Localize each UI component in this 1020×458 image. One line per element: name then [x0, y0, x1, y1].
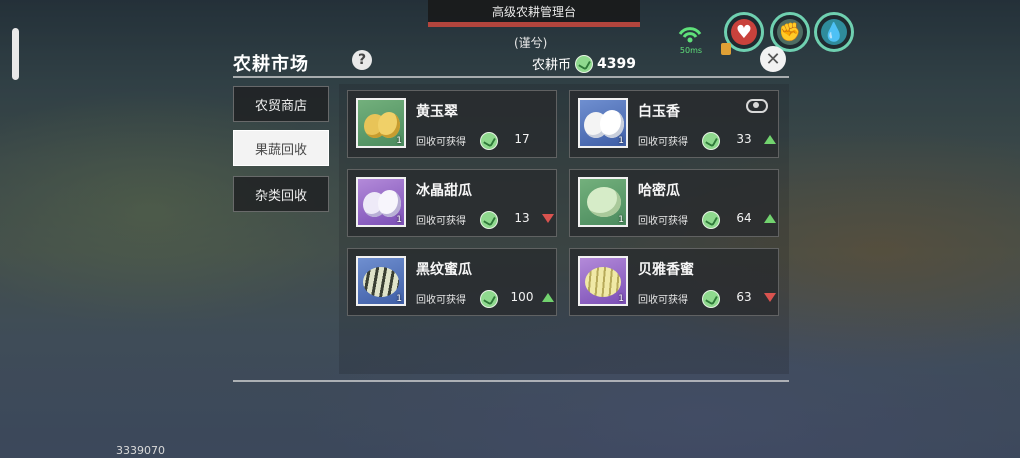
- item-count: 1: [396, 215, 402, 225]
- item-count: 1: [396, 136, 402, 146]
- melon-icon: 1: [578, 98, 628, 148]
- item-card-huangyucui[interactable]: 1 黄玉翠 回收可获得 17: [347, 90, 557, 158]
- item-card-bingjingtiangua[interactable]: 1 冰晶甜瓜 回收可获得 13: [347, 169, 557, 237]
- price-down-icon: [542, 214, 554, 223]
- item-card-beiyaxiangmi[interactable]: 1 贝雅香蜜 回收可获得 63: [569, 248, 779, 316]
- reward-label: 回收可获得: [638, 295, 688, 306]
- header-divider: [233, 76, 789, 78]
- item-price: 17: [514, 132, 530, 146]
- guard-label: (谨兮): [514, 36, 548, 50]
- wifi-icon: [678, 27, 702, 43]
- item-price: 63: [736, 290, 752, 304]
- stamina-arm-icon: ✊: [778, 21, 802, 43]
- close-button[interactable]: ✕: [760, 46, 786, 72]
- coin-icon: [575, 54, 594, 73]
- top-banner-title: 高级农耕管理台: [491, 4, 576, 19]
- health-status-button[interactable]: ♥: [721, 12, 764, 55]
- melon-icon: 1: [356, 256, 406, 306]
- item-card-hamigua[interactable]: 1 哈密瓜 回收可获得 64: [569, 169, 779, 237]
- coin-icon: [702, 211, 720, 229]
- water-drop-icon: 💧: [822, 21, 846, 43]
- coin-icon: [480, 132, 498, 150]
- item-name: 黄玉翠: [416, 104, 458, 120]
- tab-label: 杂类回收: [254, 188, 307, 204]
- price-up-icon: [764, 214, 776, 223]
- coin-icon: [480, 211, 498, 229]
- panel-title: 农耕市场: [233, 54, 309, 75]
- item-price: 64: [736, 211, 752, 225]
- heart-icon: ♥: [735, 21, 753, 43]
- item-name: 白玉香: [638, 104, 680, 120]
- item-count: 1: [618, 294, 624, 304]
- item-name: 哈密瓜: [638, 183, 680, 199]
- item-count: 1: [618, 136, 624, 146]
- item-name: 贝雅香蜜: [638, 262, 694, 278]
- reward-label: 回收可获得: [416, 295, 466, 306]
- item-card-baiyuxiang[interactable]: 1 白玉香 回收可获得 33: [569, 90, 779, 158]
- price-up-icon: [764, 135, 776, 144]
- melon-icon: 1: [578, 256, 628, 306]
- coin-icon: [702, 132, 720, 150]
- tab-misc-recycle[interactable]: 杂类回收: [233, 176, 329, 212]
- price-up-icon: [542, 293, 554, 302]
- help-button[interactable]: ?: [352, 50, 372, 70]
- coin-icon: [702, 290, 720, 308]
- reward-label: 回收可获得: [638, 137, 688, 148]
- signal-indicator: 50ms: [676, 22, 704, 55]
- item-name: 黑纹蜜瓜: [416, 262, 472, 278]
- melon-icon: 1: [578, 177, 628, 227]
- coin-icon: [480, 290, 498, 308]
- item-price: 13: [514, 211, 530, 225]
- reward-label: 回收可获得: [416, 216, 466, 227]
- reward-label: 回收可获得: [638, 216, 688, 227]
- key-badge-icon: [721, 43, 731, 55]
- item-card-heiwenmigua[interactable]: 1 黑纹蜜瓜 回收可获得 100: [347, 248, 557, 316]
- currency-label: 农耕币: [532, 58, 572, 73]
- item-price: 33: [736, 132, 752, 146]
- melon-icon: 1: [356, 177, 406, 227]
- currency-value: 4399: [597, 55, 636, 72]
- footer-divider: [233, 380, 789, 382]
- ping-value: 50ms: [679, 46, 703, 55]
- eye-icon[interactable]: [746, 99, 768, 113]
- melon-icon: 1: [356, 98, 406, 148]
- reward-label: 回收可获得: [416, 137, 466, 148]
- tab-farm-shop[interactable]: 农贸商店: [233, 86, 329, 122]
- item-count: 1: [618, 215, 624, 225]
- item-name: 冰晶甜瓜: [416, 183, 472, 199]
- item-price: 100: [510, 290, 534, 304]
- user-id: 3339070: [116, 444, 165, 457]
- top-banner: 高级农耕管理台: [428, 0, 640, 27]
- side-drawer-handle[interactable]: [12, 28, 19, 80]
- item-count: 1: [396, 294, 402, 304]
- price-down-icon: [764, 293, 776, 302]
- tab-label: 农贸商店: [254, 98, 307, 114]
- tab-label: 果蔬回收: [254, 142, 307, 158]
- water-status-button[interactable]: 💧: [814, 12, 854, 52]
- currency-display: 农耕币 4399: [532, 54, 636, 73]
- tab-produce-recycle[interactable]: 果蔬回收: [233, 130, 329, 166]
